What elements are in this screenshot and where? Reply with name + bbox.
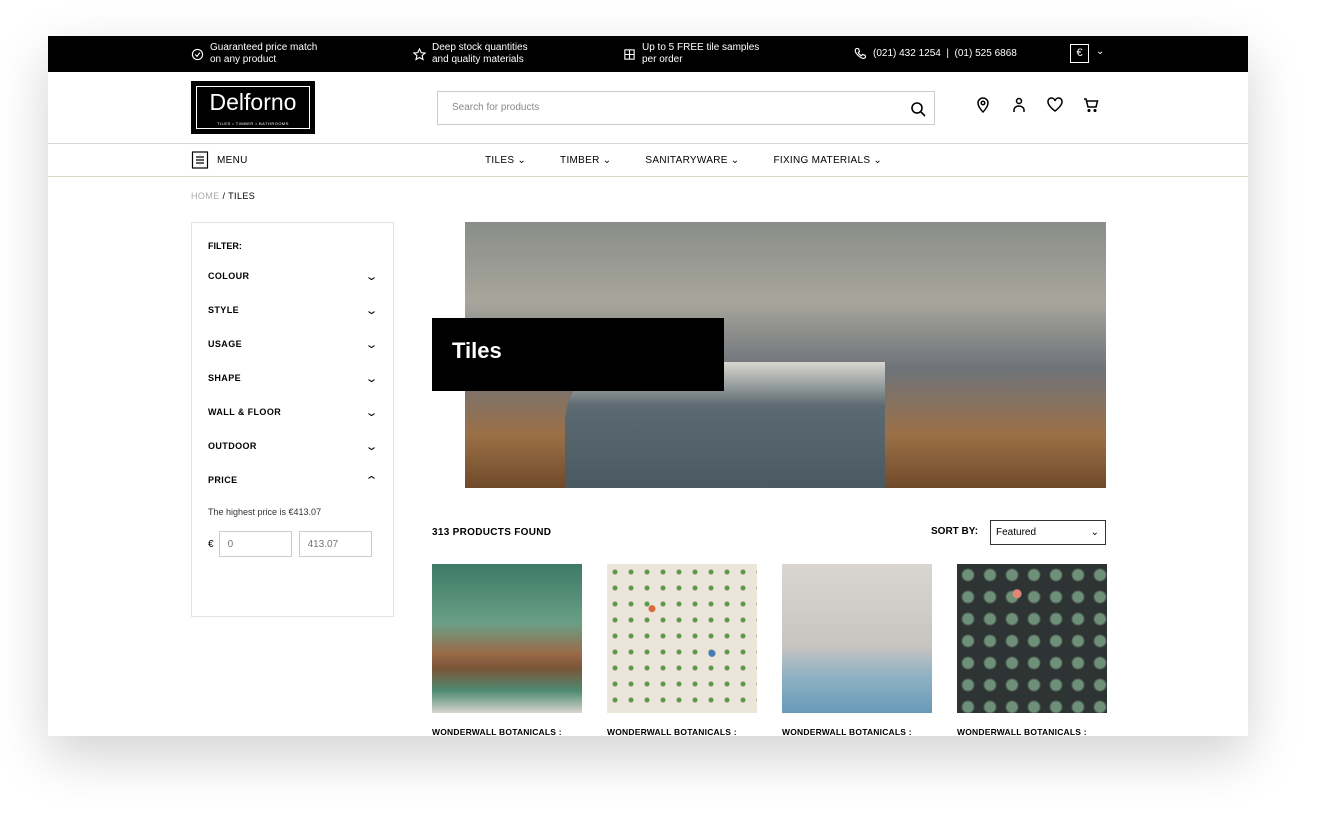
nav-sanitaryware[interactable]: SANITARYWARE ⌄ — [645, 155, 739, 166]
nav-timber[interactable]: TIMBER ⌄ — [560, 155, 611, 166]
search-icon[interactable] — [910, 101, 926, 117]
filter-usage[interactable]: USAGE ⌄ — [208, 327, 380, 361]
filter-price[interactable]: PRICE ⌃ — [208, 463, 380, 497]
breadcrumb-home[interactable]: HOME — [191, 191, 220, 201]
chevron-down-icon: ⌄ — [364, 406, 380, 419]
phone-icon — [854, 47, 867, 59]
usp-samples: Up to 5 FREE tile samples per order — [623, 42, 759, 66]
filter-panel: FILTER: COLOUR ⌄ STYLE ⌄ USAGE ⌄ SHAPE ⌄ WAL… — [191, 222, 394, 617]
product-image[interactable] — [957, 564, 1107, 713]
filter-style[interactable]: STYLE ⌄ — [208, 293, 380, 327]
chevron-down-icon: ⌄ — [364, 440, 380, 453]
badge-check-icon — [191, 48, 204, 60]
price-max-input[interactable] — [298, 531, 372, 557]
logo[interactable]: Delforno TILES • TIMBER • BATHROOMS — [191, 81, 315, 134]
filter-wall-floor[interactable]: WALL & FLOOR ⌄ — [208, 395, 380, 429]
hero-title: Tiles — [432, 318, 724, 391]
chevron-down-icon: ⌄ — [364, 304, 380, 317]
breadcrumb: HOME / TILES — [191, 191, 256, 201]
filter-outdoor[interactable]: OUTDOOR ⌄ — [208, 429, 380, 463]
chevron-up-icon: ⌃ — [364, 474, 380, 487]
results-count: 313 PRODUCTS FOUND — [432, 527, 552, 538]
usp-stock: Deep stock quantities and quality materia… — [413, 42, 528, 66]
currency-selector[interactable]: € — [1070, 44, 1089, 63]
chevron-down-icon[interactable]: ⌄ — [1096, 46, 1104, 57]
search-input[interactable]: Search for products — [437, 91, 935, 125]
site-header: Delforno TILES • TIMBER • BATHROOMS Searc… — [48, 72, 1248, 144]
star-icon — [413, 47, 426, 61]
nav-tiles[interactable]: TILES ⌄ — [485, 155, 526, 166]
browser-page: Guaranteed price match on any product Dee… — [48, 36, 1248, 736]
sort-select[interactable]: Featured ⌄ — [990, 520, 1106, 545]
product-card[interactable]: WONDERWALL BOTANICALS : — [782, 564, 932, 736]
chevron-down-icon: ⌄ — [364, 270, 380, 283]
top-bar: Guaranteed price match on any product Dee… — [48, 36, 1248, 72]
chevron-down-icon: ⌄ — [364, 372, 380, 385]
menu-button[interactable]: MENU — [191, 151, 248, 169]
cart-icon[interactable] — [1083, 97, 1099, 113]
menu-icon — [191, 151, 209, 169]
product-card[interactable]: WONDERWALL BOTANICALS : — [607, 564, 757, 736]
heart-icon[interactable] — [1047, 97, 1063, 113]
main-nav: MENU TILES ⌄ TIMBER ⌄ SANITARYWARE ⌄ FIX… — [48, 144, 1248, 177]
price-min-input[interactable] — [218, 531, 292, 557]
phone-numbers[interactable]: (021) 432 1254 | (01) 525 6868 — [854, 47, 1017, 60]
usp-price-match: Guaranteed price match on any product — [191, 42, 317, 66]
location-pin-icon[interactable] — [975, 97, 991, 113]
grid-icon — [624, 48, 635, 60]
product-card[interactable]: WONDERWALL BOTANICALS : — [432, 564, 582, 736]
user-icon[interactable] — [1011, 97, 1027, 113]
product-card[interactable]: WONDERWALL BOTANICALS : — [957, 564, 1107, 736]
chevron-down-icon: ⌄ — [1090, 527, 1099, 538]
filter-shape[interactable]: SHAPE ⌄ — [208, 361, 380, 395]
product-image[interactable] — [607, 564, 757, 713]
filter-colour[interactable]: COLOUR ⌄ — [208, 259, 380, 293]
breadcrumb-current: TILES — [228, 191, 256, 201]
product-image[interactable] — [782, 564, 932, 713]
product-image[interactable] — [432, 564, 582, 713]
chevron-down-icon: ⌄ — [364, 338, 380, 351]
nav-fixing-materials[interactable]: FIXING MATERIALS ⌄ — [773, 155, 882, 166]
